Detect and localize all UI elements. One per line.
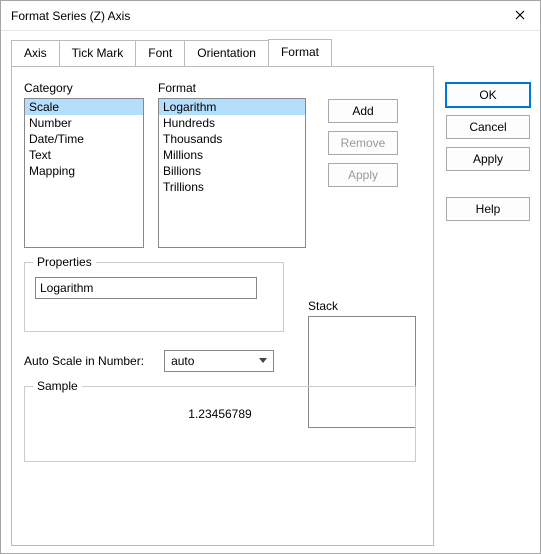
- close-icon: [515, 9, 525, 23]
- list-item[interactable]: Thousands: [159, 131, 305, 147]
- add-button[interactable]: Add: [328, 99, 398, 123]
- autoscale-label: Auto Scale in Number:: [24, 354, 144, 368]
- apply-button[interactable]: Apply: [446, 147, 530, 171]
- list-item[interactable]: Scale: [25, 99, 143, 115]
- list-item[interactable]: Date/Time: [25, 131, 143, 147]
- list-item[interactable]: Billions: [159, 163, 305, 179]
- stack-label: Stack: [308, 299, 416, 313]
- dialog-window: Format Series (Z) Axis Axis Tick Mark Fo…: [0, 0, 541, 554]
- autoscale-value: auto: [171, 354, 194, 368]
- sample-value: 1.23456789: [188, 407, 251, 421]
- autoscale-combo[interactable]: auto: [164, 350, 274, 372]
- tab-tick-mark[interactable]: Tick Mark: [59, 40, 137, 67]
- properties-legend: Properties: [33, 255, 96, 269]
- titlebar: Format Series (Z) Axis: [1, 1, 540, 31]
- format-listbox[interactable]: Logarithm Hundreds Thousands Millions Bi…: [158, 98, 306, 248]
- apply-format-button[interactable]: Apply: [328, 163, 398, 187]
- close-button[interactable]: [500, 1, 540, 31]
- help-button[interactable]: Help: [446, 197, 530, 221]
- tab-font[interactable]: Font: [135, 40, 185, 67]
- window-title: Format Series (Z) Axis: [11, 9, 130, 23]
- list-item[interactable]: Logarithm: [159, 99, 305, 115]
- format-label: Format: [158, 81, 306, 95]
- list-item[interactable]: Millions: [159, 147, 305, 163]
- properties-input[interactable]: [35, 277, 257, 299]
- tab-format[interactable]: Format: [268, 39, 332, 66]
- sample-legend: Sample: [33, 379, 82, 393]
- chevron-down-icon: [253, 351, 273, 371]
- tab-panel-format: Category Scale Number Date/Time Text Map…: [11, 66, 434, 546]
- properties-group: Properties: [24, 262, 284, 332]
- tab-strip: Axis Tick Mark Font Orientation Format: [11, 39, 434, 66]
- tab-orientation[interactable]: Orientation: [184, 40, 269, 67]
- tab-axis[interactable]: Axis: [11, 40, 60, 67]
- list-item[interactable]: Trillions: [159, 179, 305, 195]
- sample-group: Sample 1.23456789: [24, 386, 416, 462]
- ok-button[interactable]: OK: [446, 83, 530, 107]
- list-item[interactable]: Hundreds: [159, 115, 305, 131]
- remove-button[interactable]: Remove: [328, 131, 398, 155]
- list-item[interactable]: Text: [25, 147, 143, 163]
- category-listbox[interactable]: Scale Number Date/Time Text Mapping: [24, 98, 144, 248]
- cancel-button[interactable]: Cancel: [446, 115, 530, 139]
- category-label: Category: [24, 81, 144, 95]
- list-item[interactable]: Number: [25, 115, 143, 131]
- list-item[interactable]: Mapping: [25, 163, 143, 179]
